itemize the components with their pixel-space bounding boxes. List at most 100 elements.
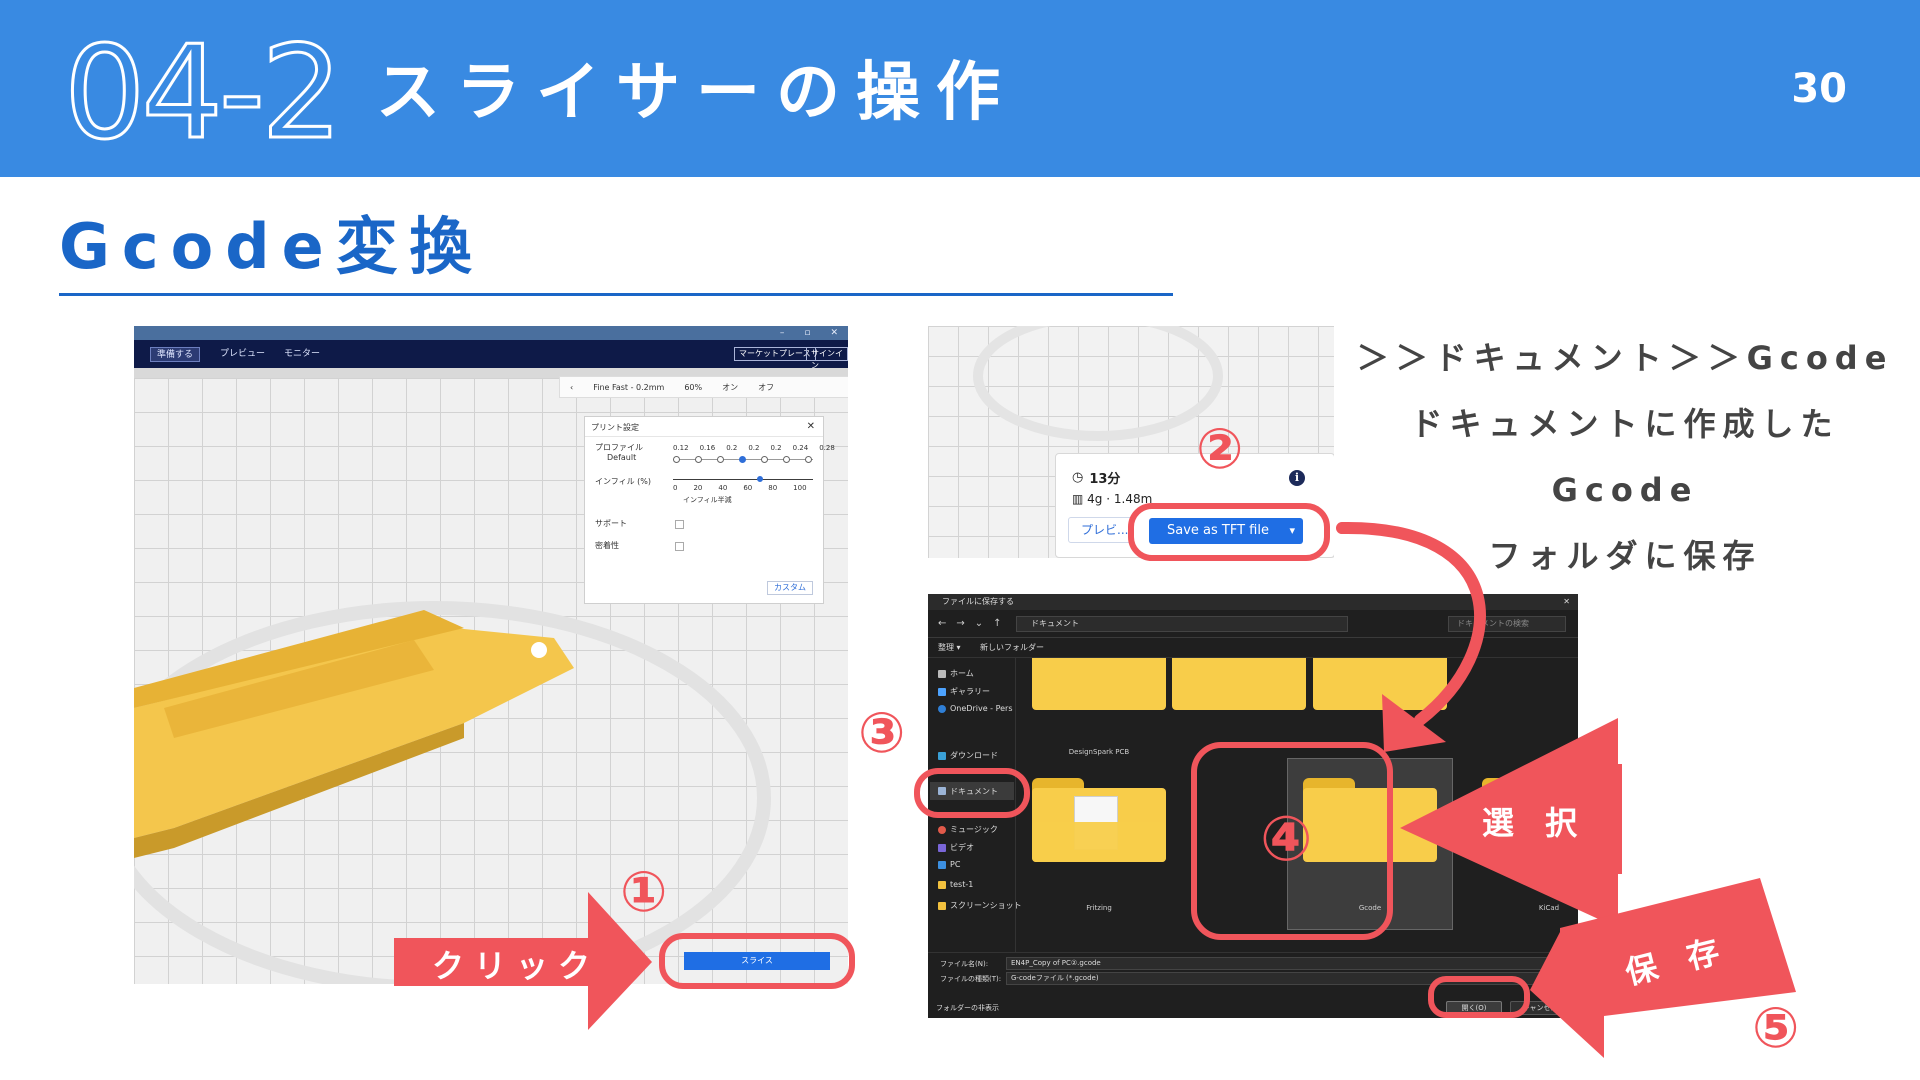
organize-button[interactable]: 整理 ▾: [938, 642, 961, 653]
sidebar-item-downloads[interactable]: ダウンロード: [938, 750, 998, 761]
dialog-titlebar: ファイルに保存する ✕: [928, 594, 1578, 610]
chevron-left-icon[interactable]: ‹: [570, 383, 573, 392]
path-box[interactable]: ドキュメント: [1016, 616, 1348, 632]
support-summary: オン: [722, 382, 739, 392]
pc-icon: [938, 860, 946, 869]
step-5: ⑤: [1752, 996, 1800, 1061]
folder-partial[interactable]: [1032, 658, 1166, 710]
music-icon: [938, 825, 946, 834]
step-4: ④: [1260, 802, 1313, 875]
chevron-down-icon[interactable]: ⌄: [975, 618, 983, 629]
sidebar-label: ミュージック: [950, 825, 998, 834]
note-line-3: フォルダに保存: [1488, 537, 1762, 575]
info-icon[interactable]: i: [1289, 470, 1305, 486]
sidebar-item-music[interactable]: ミュージック: [938, 824, 998, 835]
sidebar-label: OneDrive - Pers: [950, 704, 1013, 713]
folder-name: KiCad: [1538, 904, 1560, 912]
note-line-2: ドキュメントに作成したGcode: [1410, 405, 1840, 509]
print-settings-title: プリント設定: [591, 423, 639, 432]
tick-label: 0: [673, 484, 678, 492]
tick-label: 0.28: [819, 444, 835, 452]
folder-fritzing[interactable]: [1032, 778, 1166, 862]
cloud-icon: [938, 704, 946, 713]
sidebar-label: ギャラリー: [950, 687, 990, 696]
select-label: 選 択: [1482, 804, 1588, 842]
home-icon: [938, 669, 946, 678]
up-icon[interactable]: ↑: [993, 618, 1001, 629]
profile-summary: Fine Fast - 0.2mm: [593, 382, 665, 392]
path-text: ドキュメント: [1031, 619, 1079, 628]
header-band: 04-2 スライサーの操作 30: [0, 0, 1920, 177]
sidebar-label: ホーム: [950, 669, 974, 678]
adhesion-checkbox[interactable]: [675, 542, 684, 551]
minimize-icon[interactable]: –: [780, 326, 785, 340]
sidebar-item-pc[interactable]: PC: [938, 860, 960, 869]
sidebar-item-test1[interactable]: test-1: [938, 880, 973, 889]
custom-settings-button[interactable]: カスタム: [767, 581, 813, 595]
slide-title: スライサーの操作: [376, 56, 1016, 130]
filename-input[interactable]: EN4P_Copy of PC②.gcode: [1006, 957, 1572, 970]
new-folder-button[interactable]: 新しいフォルダー: [980, 642, 1044, 653]
note-line-1: ＞＞ドキュメント＞＞Gcode: [1356, 339, 1894, 377]
command-bar: 整理 ▾ 新しいフォルダー: [928, 638, 1578, 658]
sidebar-label: ダウンロード: [950, 751, 998, 760]
folder-icon: [938, 901, 946, 910]
section-number: 04-2: [63, 19, 344, 168]
gallery-icon: [938, 687, 946, 696]
page-number: 30: [1791, 66, 1847, 112]
highlight-documents: [914, 768, 1030, 818]
highlight-slice-button: [659, 933, 855, 989]
sidebar-label: PC: [950, 860, 961, 869]
sidebar-item-gallery[interactable]: ギャラリー: [938, 686, 990, 697]
tab-preview[interactable]: プレビュー: [214, 347, 271, 362]
highlight-save-button: [1428, 976, 1530, 1018]
tab-prepare[interactable]: 準備する: [150, 347, 201, 362]
search-input[interactable]: ドキュメントの検索: [1448, 616, 1566, 632]
signin-button[interactable]: サインイン: [806, 347, 848, 370]
layer-height-slider[interactable]: [673, 456, 813, 463]
support-label: サポート: [595, 519, 627, 528]
sidebar-label: スクリーンショット: [950, 901, 1022, 910]
close-icon[interactable]: ✕: [830, 326, 838, 340]
tick-label: 80: [768, 484, 778, 492]
adhesion-summary: オフ: [758, 382, 775, 392]
hide-folders-toggle[interactable]: フォルダーの非表示: [936, 1003, 999, 1013]
profile-value: Default: [607, 453, 637, 462]
video-icon: [938, 843, 946, 852]
tab-monitor[interactable]: モニター: [278, 347, 326, 362]
step-3: ③: [858, 701, 906, 766]
folder-name: Fritzing: [1086, 904, 1112, 912]
step-1: ①: [620, 860, 668, 925]
sidebar-item-videos[interactable]: ビデオ: [938, 842, 974, 853]
folder-partial[interactable]: [1313, 658, 1447, 710]
slicer-titlebar: – ▫ ✕: [134, 326, 848, 340]
step-2: ②: [1196, 417, 1244, 482]
tick-label: 0.16: [699, 444, 716, 452]
infill-summary: 60%: [684, 382, 703, 392]
filetype-label: ファイルの種類(T):: [940, 975, 1002, 983]
back-icon[interactable]: ←: [938, 618, 946, 629]
support-checkbox[interactable]: [675, 520, 684, 529]
folder-partial[interactable]: [1172, 658, 1306, 710]
subtitle-underline: [59, 293, 1173, 296]
sidebar-item-screenshots[interactable]: スクリーンショット: [938, 900, 1022, 911]
close-icon[interactable]: ✕: [1563, 594, 1570, 610]
print-settings-panel: プリント設定 ✕ プロファイル 0.12 0.16 0.2 0.2 0.2 0.…: [584, 416, 835, 604]
tick-label: 60: [743, 484, 753, 492]
download-icon: [938, 751, 946, 760]
print-toolbar[interactable]: ‹ Fine Fast - 0.2mm 60% オン オフ: [559, 376, 848, 398]
marketplace-button[interactable]: マーケットプレース: [734, 347, 816, 361]
maximize-icon[interactable]: ▫: [804, 326, 810, 340]
gradual-infill-label: インフィル半減: [683, 496, 732, 504]
slicer-screenshot: – ▫ ✕ 準備する プレビュー モニター マーケットプレース サインイン ‹ …: [134, 326, 848, 984]
adhesion-label: 密着性: [595, 541, 619, 550]
tick-label: 0.2: [726, 444, 738, 452]
forward-icon[interactable]: →: [956, 618, 964, 629]
sidebar-item-home[interactable]: ホーム: [938, 668, 974, 679]
print-time: 13分: [1089, 472, 1121, 487]
clock-icon: ◷: [1072, 470, 1084, 485]
close-icon[interactable]: ✕: [807, 421, 815, 432]
sidebar-item-onedrive[interactable]: OneDrive - Pers: [938, 704, 1013, 713]
click-label: クリック: [432, 947, 601, 985]
preview-button[interactable]: プレビ...: [1068, 517, 1134, 543]
